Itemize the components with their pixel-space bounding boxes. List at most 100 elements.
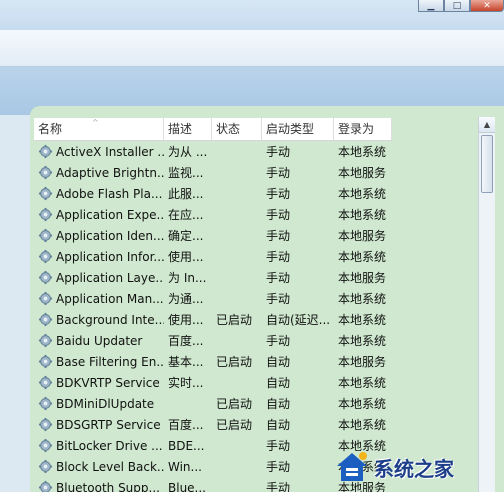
vertical-scrollbar[interactable]: ▲ [478,117,495,492]
scrollbar-thumb[interactable] [481,135,493,193]
watermark: 系统之家 [334,443,504,492]
column-header-description[interactable]: 描述 [164,118,212,140]
service-status: 已启动 [216,355,253,369]
service-gear-icon [38,207,53,222]
service-name: BitLocker Drive ... [34,438,164,453]
service-status: 已启动 [216,313,253,327]
table-row[interactable]: BDSGRTP Service 百度... 已启动 自动 本地系统 [34,414,404,435]
column-header-label: 启动类型 [266,122,315,136]
service-gear-icon [38,165,53,180]
service-description: 为从 ... [168,145,208,159]
close-button[interactable]: ✕ [470,0,504,12]
scroll-up-button[interactable]: ▲ [479,117,495,133]
table-row[interactable]: BDKVRTP Service 实时... 自动 本地系统 [34,372,404,393]
service-gear-icon [38,144,53,159]
service-name-text: Bluetooth Supp... [56,480,160,492]
minimize-button[interactable]: ▁ [418,0,444,12]
services-list-header: 名称 ^ 描述 状态 启动类型 登录为 [34,118,392,141]
service-gear-icon [38,480,53,492]
column-header-label: 名称 [38,122,63,136]
service-name: BDKVRTP Service [34,375,164,390]
service-name: Block Level Back... [34,459,164,474]
table-row[interactable]: Application Iden... 确定... 手动 本地服务 [34,225,404,246]
service-startup-type: 自动(延迟... [266,313,331,327]
table-row[interactable]: Application Expe... 在应... 手动 本地系统 [34,204,404,225]
service-description: 基本... [168,355,204,369]
service-description: Blue... [168,480,206,492]
service-startup-type: 手动 [266,187,291,201]
service-name: Bluetooth Supp... [34,480,164,492]
service-gear-icon [38,417,53,432]
table-row[interactable]: Base Filtering En... 基本... 已启动 自动 本地服务 [34,351,404,372]
watermark-text: 系统之家 [374,457,454,481]
service-log-on-as: 本地系统 [338,418,387,432]
window-titlebar: ▁ □ ✕ [0,0,504,30]
service-log-on-as: 本地系统 [338,313,387,327]
service-log-on-as: 本地服务 [338,271,387,285]
service-gear-icon [38,333,53,348]
column-header-name[interactable]: 名称 ^ [34,118,164,140]
service-name-text: Application Expe... [56,207,164,222]
service-name-text: Application Man... [56,291,164,306]
service-description: 在应... [168,208,204,222]
service-log-on-as: 本地服务 [338,229,387,243]
close-icon: ✕ [483,0,491,11]
watermark-logo-icon [337,451,367,481]
service-description: 使用... [168,250,204,264]
service-description: 实时... [168,376,204,390]
table-row[interactable]: Application Man... 为通... 手动 本地系统 [34,288,404,309]
service-name: Baidu Updater [34,333,164,348]
service-gear-icon [38,459,53,474]
service-name-text: Block Level Back... [56,459,164,474]
service-gear-icon [38,228,53,243]
service-log-on-as: 本地系统 [338,292,387,306]
services-pane: 名称 ^ 描述 状态 启动类型 登录为 ActiveX Installer ..… [30,106,504,492]
service-startup-type: 手动 [266,439,291,453]
table-row[interactable]: Application Laye... 为 In... 手动 本地服务 [34,267,404,288]
service-name: Adobe Flash Pla... [34,186,164,201]
service-gear-icon [38,396,53,411]
column-header-startup-type[interactable]: 启动类型 [262,118,334,140]
service-log-on-as: 本地服务 [338,355,387,369]
service-startup-type: 手动 [266,166,291,180]
maximize-button[interactable]: □ [444,0,470,12]
table-row[interactable]: Application Infor... 使用... 手动 本地系统 [34,246,404,267]
service-name: BDMiniDlUpdate [34,396,164,411]
service-log-on-as: 本地系统 [338,376,387,390]
table-row[interactable]: Baidu Updater 百度... 手动 本地系统 [34,330,404,351]
service-description: 百度... [168,418,204,432]
service-name: ActiveX Installer ... [34,144,164,159]
service-name-text: Application Iden... [56,228,164,243]
service-name-text: BitLocker Drive ... [56,438,163,453]
service-status: 已启动 [216,418,253,432]
service-name-text: BDMiniDlUpdate [56,396,155,411]
service-description: 使用... [168,313,204,327]
service-startup-type: 手动 [266,250,291,264]
service-name-text: Baidu Updater [56,333,143,348]
service-gear-icon [38,291,53,306]
column-header-status[interactable]: 状态 [212,118,262,140]
table-row[interactable]: BDMiniDlUpdate 已启动 自动 本地系统 [34,393,404,414]
service-name: Application Expe... [34,207,164,222]
service-name-text: Application Laye... [56,270,164,285]
table-row[interactable]: ActiveX Installer ... 为从 ... 手动 本地系统 [34,141,404,162]
service-name: Application Iden... [34,228,164,243]
table-row[interactable]: Adaptive Brightn... 监视... 手动 本地服务 [34,162,404,183]
service-description: Win... [168,459,202,474]
service-name: Adaptive Brightn... [34,165,164,180]
column-header-label: 登录为 [338,122,375,136]
service-name: BDSGRTP Service [34,417,164,432]
service-gear-icon [38,270,53,285]
service-startup-type: 手动 [266,334,291,348]
table-row[interactable]: Background Inte... 使用... 已启动 自动(延迟... 本地系统 [34,309,404,330]
services-list: ActiveX Installer ... 为从 ... 手动 本地系统 Adaptiv… [34,141,404,492]
service-description: BDE... [168,438,205,453]
service-log-on-as: 本地系统 [338,397,387,411]
column-header-log-on-as[interactable]: 登录为 [334,118,392,140]
service-description: 监视... [168,166,204,180]
service-gear-icon [38,186,53,201]
service-description: 为 In... [168,271,207,285]
service-status: 已启动 [216,397,253,411]
service-name-text: BDKVRTP Service [56,375,160,390]
table-row[interactable]: Adobe Flash Pla... 此服... 手动 本地系统 [34,183,404,204]
